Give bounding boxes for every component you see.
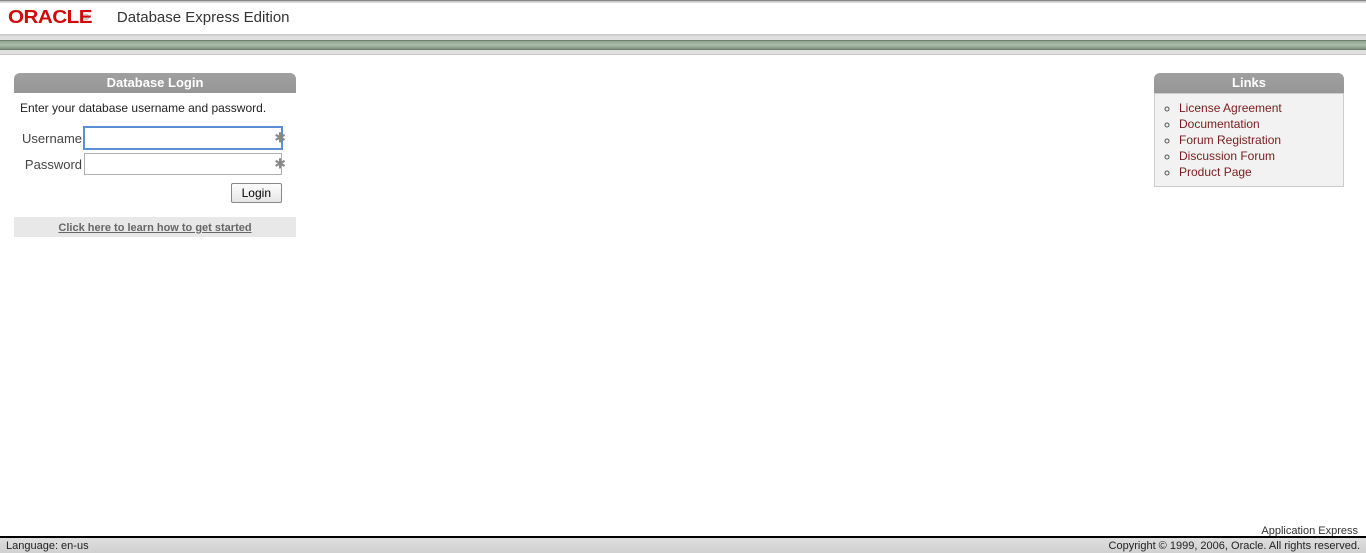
list-item: Discussion Forum: [1179, 148, 1341, 164]
links-list: License Agreement Documentation Forum Re…: [1157, 100, 1341, 180]
username-label: Username: [14, 131, 84, 146]
password-label: Password: [14, 157, 84, 172]
link-license-agreement[interactable]: License Agreement: [1179, 101, 1282, 115]
list-item: Documentation: [1179, 116, 1341, 132]
language-label: Language: en-us: [6, 540, 89, 552]
password-row: Password ✱: [14, 153, 296, 175]
copyright-label: Copyright © 1999, 2006, Oracle. All righ…: [1109, 540, 1360, 552]
green-bar: [0, 40, 1366, 50]
nav-strip: [0, 35, 1366, 55]
links-region: Links License Agreement Documentation Fo…: [1154, 73, 1344, 187]
username-row: Username ✱: [14, 127, 296, 149]
oracle-logo: ORACLE: [8, 7, 92, 28]
footer-bar: Language: en-us Copyright © 1999, 2006, …: [0, 537, 1366, 553]
link-forum-registration[interactable]: Forum Registration: [1179, 133, 1281, 147]
header-bar: ORACLE® Database Express Edition: [0, 3, 1366, 35]
link-discussion-forum[interactable]: Discussion Forum: [1179, 149, 1275, 163]
login-instruction: Enter your database username and passwor…: [14, 93, 296, 127]
username-input[interactable]: [84, 127, 282, 149]
link-documentation[interactable]: Documentation: [1179, 117, 1260, 131]
login-button[interactable]: Login: [231, 183, 282, 203]
list-item: Product Page: [1179, 164, 1341, 180]
product-title: Database Express Edition: [117, 9, 290, 26]
login-header: Database Login: [14, 73, 296, 93]
list-item: License Agreement: [1179, 100, 1341, 116]
get-started-link[interactable]: Click here to learn how to get started: [58, 222, 251, 234]
login-region: Database Login Enter your database usern…: [14, 73, 296, 237]
links-header: Links: [1154, 73, 1344, 93]
password-input[interactable]: [84, 153, 282, 175]
link-product-page[interactable]: Product Page: [1179, 165, 1252, 179]
list-item: Forum Registration: [1179, 132, 1341, 148]
get-started-bar: Click here to learn how to get started: [14, 217, 296, 237]
